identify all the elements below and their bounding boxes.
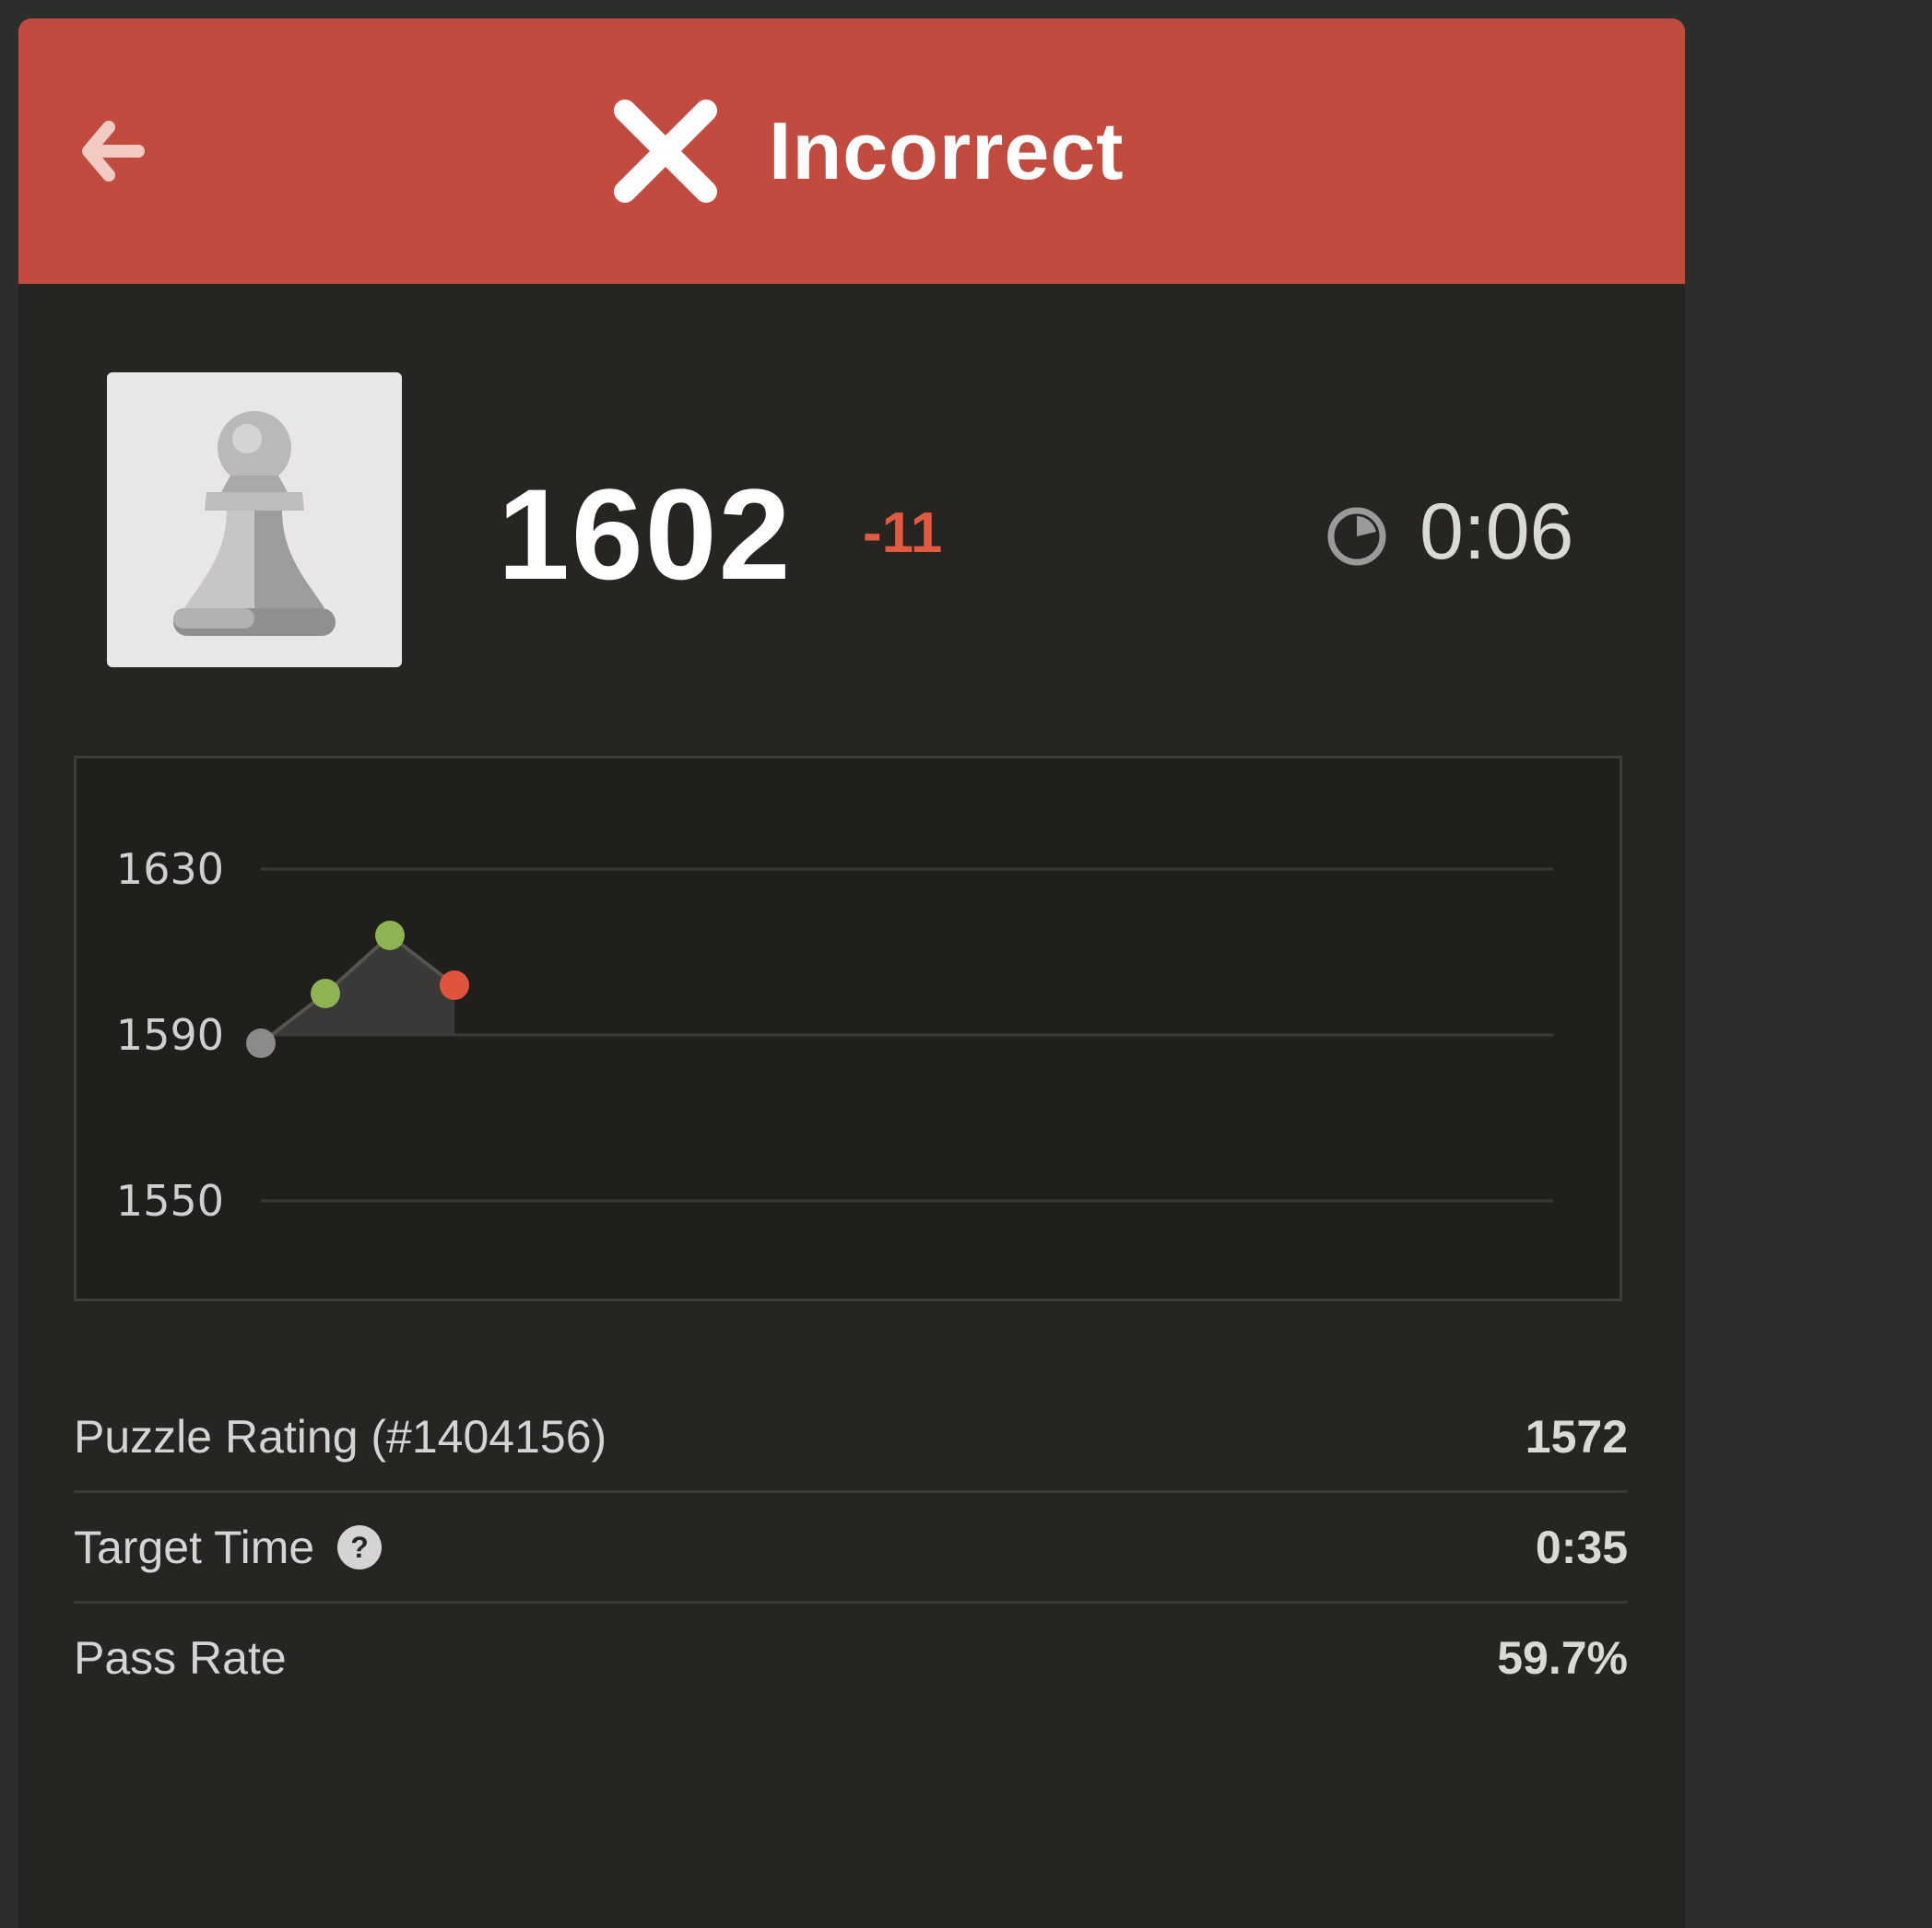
stat-row-puzzle-rating: Puzzle Rating (#1404156) 1572	[74, 1382, 1628, 1493]
rating-point	[311, 979, 340, 1008]
back-button[interactable]	[68, 111, 149, 192]
pawn-icon	[173, 411, 336, 636]
y-tick-label: 1550	[116, 1176, 224, 1226]
puzzle-rating-value: 1572	[1525, 1411, 1628, 1463]
help-circle-icon[interactable]: ?	[336, 1524, 383, 1570]
result-header: Incorrect	[18, 18, 1685, 284]
rating-point	[246, 1029, 276, 1058]
rating-area	[261, 935, 454, 1043]
arrow-left-icon	[82, 121, 145, 182]
stat-row-pass-rate: Pass Rate 59.7%	[74, 1604, 1628, 1714]
pass-rate-label: Pass Rate	[74, 1632, 287, 1684]
stat-label: Target Time ?	[74, 1524, 383, 1570]
puzzle-stats: Puzzle Rating (#1404156) 1572 Target Tim…	[74, 1382, 1628, 1714]
svg-text:?: ?	[350, 1531, 369, 1564]
rating-chart-svg: 1630 1590 1550	[116, 844, 1553, 1226]
avatar	[107, 372, 402, 667]
puzzle-rating-label: Puzzle Rating (#1404156)	[74, 1411, 607, 1463]
y-tick-label: 1630	[116, 844, 224, 894]
stat-label: Pass Rate	[74, 1635, 287, 1681]
timer-icon	[1327, 507, 1386, 566]
puzzle-result-panel: Incorrect 1602 -11 0:06 1630 1590 1550 Puz…	[18, 18, 1685, 1928]
result-title-group: Incorrect	[608, 94, 1125, 208]
rating-point	[440, 970, 469, 1000]
player-rating: 1602	[498, 462, 793, 606]
y-tick-label: 1590	[116, 1010, 224, 1060]
stat-row-target-time: Target Time ? 0:35	[74, 1493, 1628, 1604]
pass-rate-value: 59.7%	[1497, 1632, 1628, 1684]
result-title: Incorrect	[769, 105, 1125, 196]
rating-chart: 1630 1590 1550	[74, 756, 1622, 1301]
x-icon	[614, 100, 717, 203]
target-time-label: Target Time	[74, 1522, 315, 1573]
stat-label: Puzzle Rating (#1404156)	[74, 1414, 607, 1460]
rating-point	[375, 921, 405, 950]
elapsed-time: 0:06	[1420, 488, 1574, 576]
rating-delta: -11	[863, 501, 943, 565]
target-time-value: 0:35	[1535, 1522, 1628, 1573]
